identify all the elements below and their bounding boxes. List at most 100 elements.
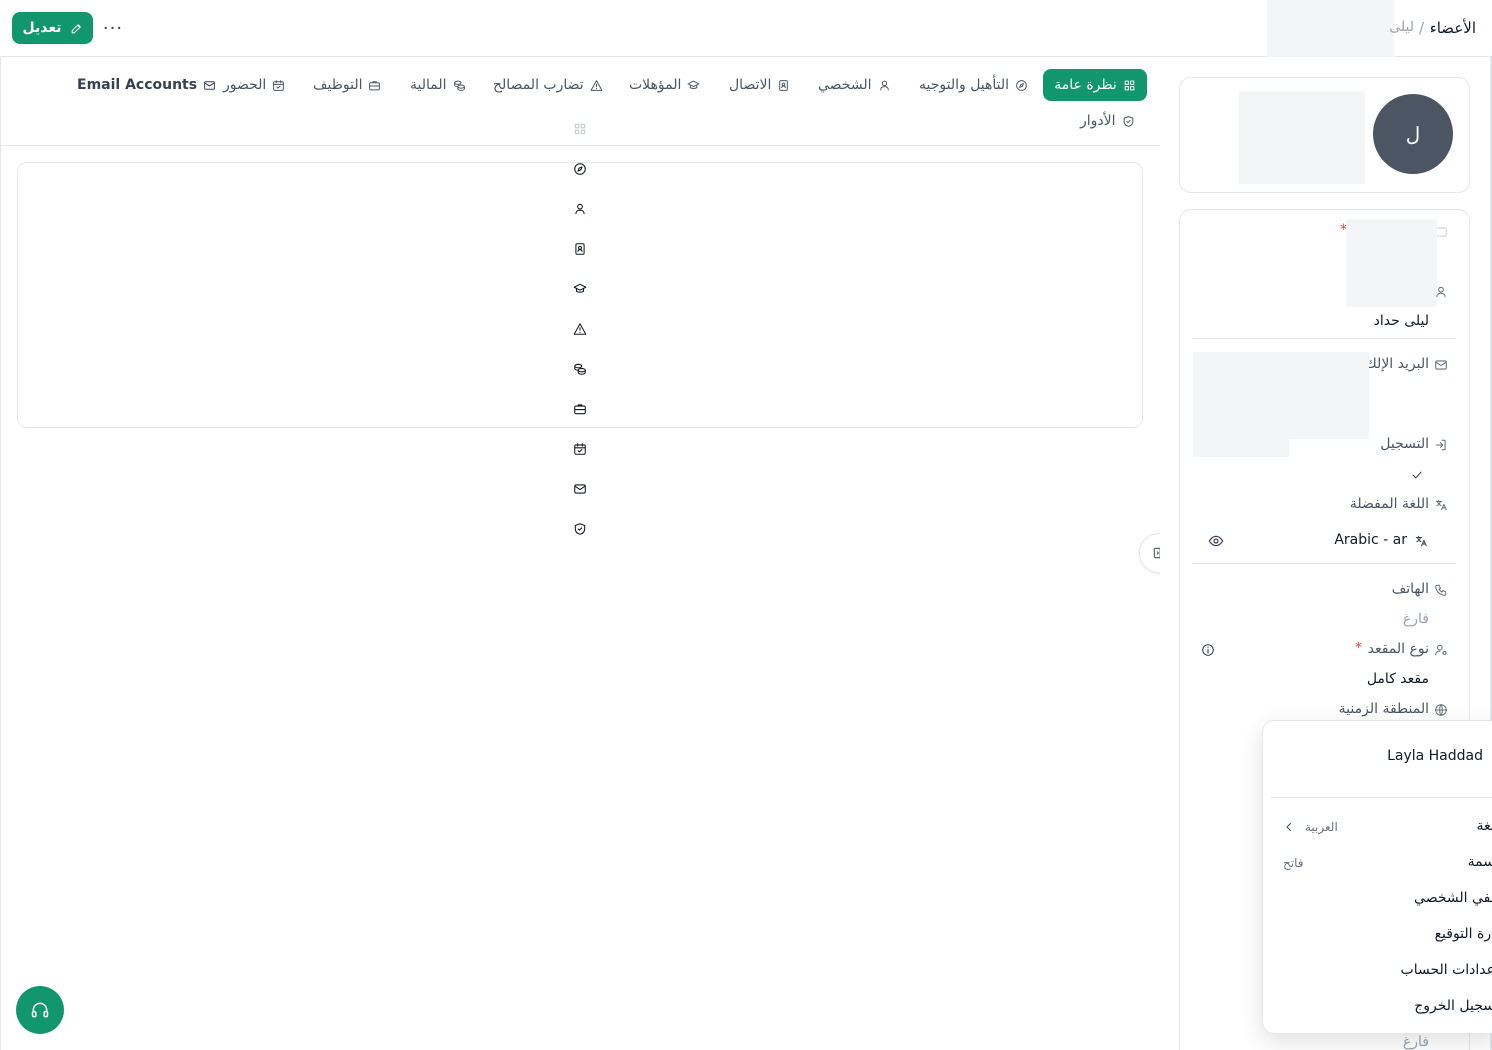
user-settings-icon	[1434, 643, 1448, 657]
tab-label: الشخصي	[818, 77, 872, 93]
breadcrumb-parent[interactable]: ليلى	[1389, 19, 1414, 35]
compass-icon	[1015, 79, 1028, 92]
breadcrumb-current[interactable]: الأعضاء	[1430, 19, 1476, 37]
translate-icon	[1434, 498, 1448, 512]
calendar-check-icon	[570, 439, 590, 459]
avatar-loading-placeholder	[1239, 91, 1365, 184]
tab-qualifications[interactable]: المؤهلات	[629, 69, 700, 101]
coins-icon	[570, 359, 590, 379]
tab-overview[interactable]: نظرة عامة	[1043, 69, 1147, 101]
timezone-label: المنطقة الزمنية	[1338, 701, 1429, 717]
info-icon[interactable]	[1201, 643, 1215, 657]
seat-type-label: نوع المقعد	[1367, 641, 1429, 657]
more-options-button[interactable]: ···	[98, 14, 128, 42]
menu-item-value: فاتح	[1283, 856, 1304, 870]
edit-button-label: تعديل	[22, 20, 62, 36]
menu-item-theme[interactable]: سمة فاتح	[1263, 847, 1492, 881]
required-asterisk: *	[1355, 640, 1362, 656]
warning-icon	[570, 319, 590, 339]
menu-item-profile[interactable]: لفي الشخصي	[1263, 883, 1492, 917]
login-icon	[1434, 438, 1448, 452]
eye-icon[interactable]	[1207, 532, 1225, 550]
tab-label: نظرة عامة	[1054, 77, 1117, 93]
user-icon	[878, 79, 891, 92]
tab-conflict-of-interest[interactable]: تضارب المصالح	[493, 69, 603, 101]
email-loading-placeholder	[1193, 437, 1289, 457]
tab-finance[interactable]: المالية	[410, 69, 466, 101]
user-menu-name: Layla Haddad	[1387, 748, 1483, 764]
menu-item-logout[interactable]: سجيل الخروج	[1263, 991, 1492, 1025]
divider	[1192, 563, 1456, 564]
tab-label: الأدوار	[1080, 113, 1116, 129]
email-loading-placeholder	[1193, 352, 1369, 439]
tab-label: الحضور	[223, 77, 267, 93]
shield-icon	[1122, 115, 1135, 128]
grid-icon	[1123, 79, 1136, 92]
help-support-button[interactable]	[16, 986, 64, 1034]
menu-item-label: لغة	[1476, 818, 1492, 834]
checkmark-icon	[1410, 468, 1424, 482]
divider	[1271, 797, 1492, 798]
ellipsis-icon: ···	[102, 17, 124, 39]
warning-icon	[590, 79, 603, 92]
tab-label: الاتصال	[729, 77, 772, 93]
preferred-language-label: اللغة المفضلة	[1349, 496, 1429, 512]
tab-personal[interactable]: الشخصي	[818, 69, 891, 101]
shield-icon	[570, 519, 590, 539]
avatar-initial: ل	[1405, 122, 1421, 146]
grid-icon	[570, 119, 590, 139]
contact-book-icon	[570, 239, 590, 259]
graduation-cap-icon	[687, 79, 700, 92]
profile-name[interactable]: ليلى حداد	[1374, 313, 1429, 329]
menu-item-label: سجيل الخروج	[1414, 998, 1492, 1014]
phone-label: الهاتف	[1391, 581, 1429, 597]
avatar[interactable]: ل	[1373, 94, 1453, 174]
registration-label: التسجيل	[1380, 436, 1429, 452]
tab-label: المالية	[410, 77, 447, 93]
menu-item-account-settings[interactable]: عدادات الحساب	[1263, 955, 1492, 989]
mail-icon	[1434, 358, 1448, 372]
tab-label: تضارب المصالح	[493, 77, 584, 93]
mail-icon	[570, 479, 590, 499]
compass-icon	[570, 159, 590, 179]
empty-value: فارغ	[1402, 1034, 1429, 1050]
divider	[1192, 338, 1456, 339]
contact-book-icon	[777, 79, 790, 92]
label-loading-placeholder	[1346, 219, 1437, 307]
tab-label: التأهيل والتوجيه	[919, 77, 1010, 93]
translate-icon	[1414, 534, 1428, 548]
calendar-check-icon	[272, 79, 285, 92]
graduation-cap-icon	[570, 279, 590, 299]
user-menu-dropdown: Layla Haddad لغة العربية سمة فاتح لفي ال…	[1262, 720, 1492, 1034]
pencil-icon	[70, 22, 83, 35]
user-icon	[570, 199, 590, 219]
menu-item-label: سمة	[1467, 854, 1492, 870]
phone-icon	[1434, 583, 1448, 597]
menu-item-label: ارة التوقيع	[1434, 926, 1492, 942]
phone-value[interactable]: فارغ	[1403, 611, 1429, 627]
user-icon	[1434, 285, 1448, 299]
globe-icon	[1434, 703, 1448, 717]
menu-item-language[interactable]: لغة العربية	[1263, 811, 1492, 845]
seat-type-value[interactable]: مقعد كامل	[1367, 671, 1429, 687]
menu-item-signature[interactable]: ارة التوقيع	[1263, 919, 1492, 953]
coins-icon	[453, 79, 466, 92]
headset-icon	[30, 1000, 50, 1020]
chevron-left-icon	[1283, 821, 1295, 833]
tab-roles[interactable]: الأدوار	[1080, 105, 1135, 137]
menu-item-label: عدادات الحساب	[1400, 962, 1492, 978]
menu-item-label: لفي الشخصي	[1414, 890, 1492, 906]
tab-label: المؤهلات	[629, 77, 682, 93]
preferred-language-value[interactable]: Arabic - ar	[1334, 532, 1407, 548]
tab-onboarding[interactable]: التأهيل والتوجيه	[919, 69, 1028, 101]
tab-contact[interactable]: الاتصال	[729, 69, 790, 101]
tab-attendance[interactable]: الحضور	[223, 69, 285, 101]
tab-label: Email Accounts	[77, 77, 198, 93]
tab-employment[interactable]: التوظيف	[313, 69, 381, 101]
tab-label: التوظيف	[313, 77, 363, 93]
breadcrumb-separator: /	[1418, 19, 1424, 37]
briefcase-icon	[368, 79, 381, 92]
tab-email-accounts[interactable]: Email Accounts	[77, 69, 216, 101]
edit-button[interactable]: تعديل	[12, 12, 93, 44]
briefcase-icon	[570, 399, 590, 419]
